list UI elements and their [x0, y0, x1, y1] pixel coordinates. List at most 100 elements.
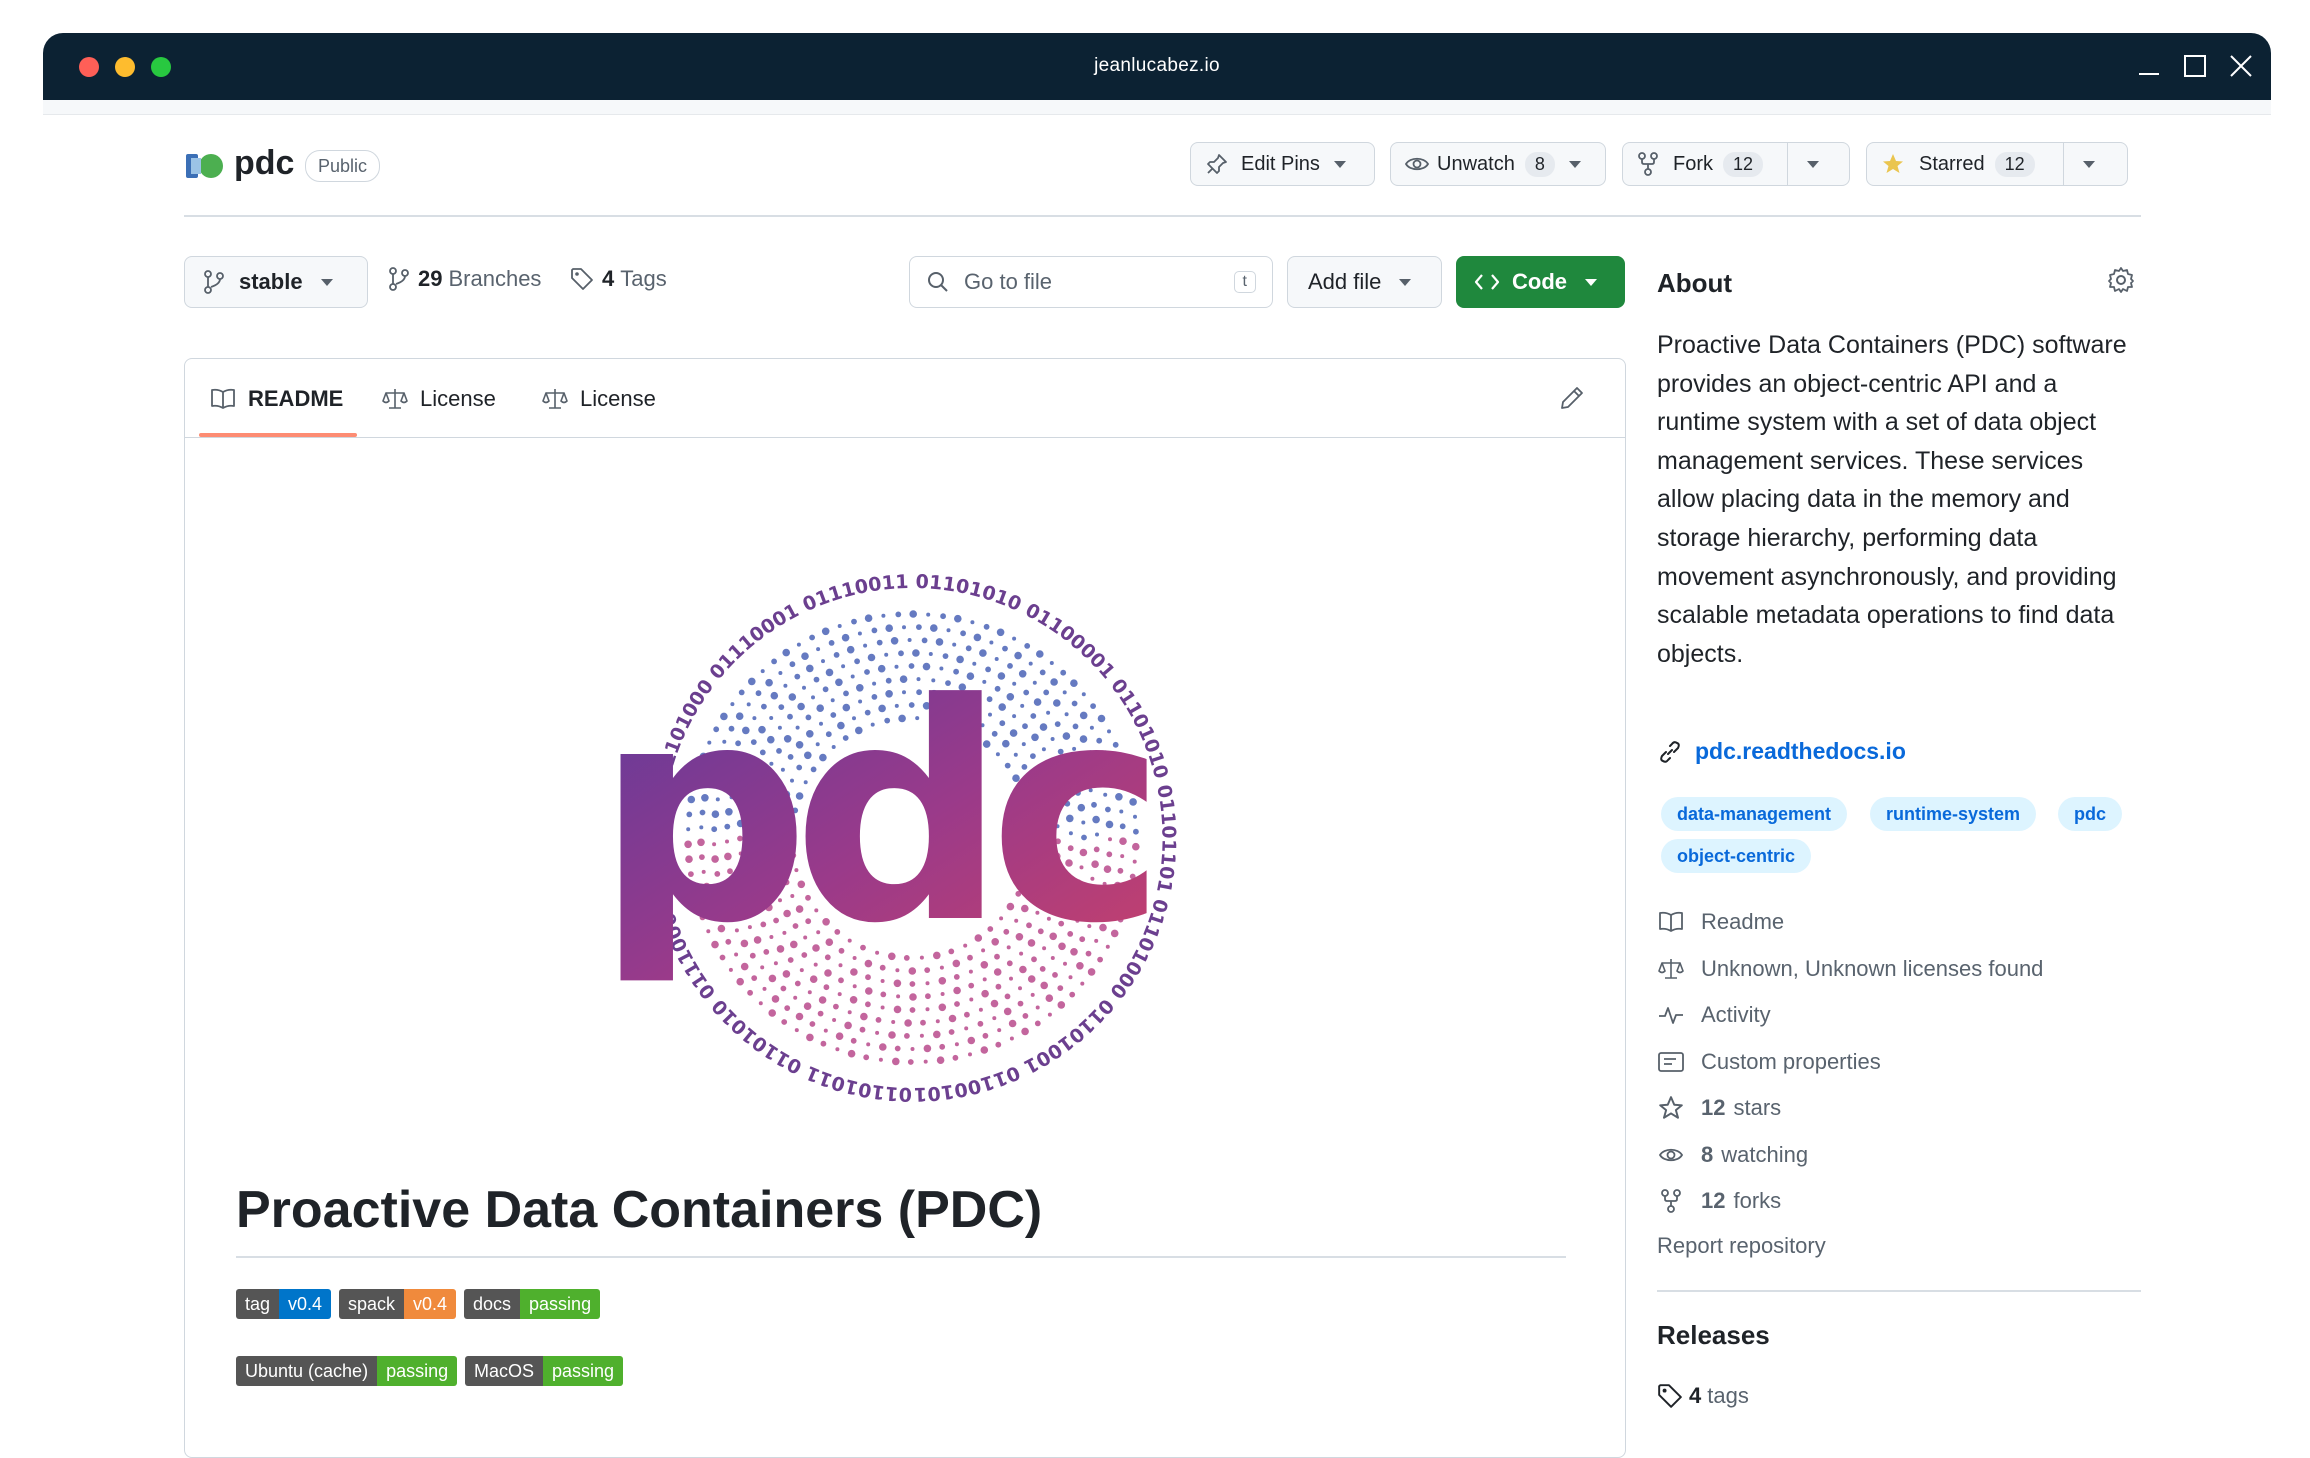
tag-icon [570, 267, 594, 291]
sidebar-item-activity[interactable]: Activity [1657, 1000, 1771, 1030]
status-badge[interactable]: Ubuntu (cache) passing [236, 1356, 458, 1386]
pencil-icon[interactable] [1558, 384, 1586, 417]
search-shortcut-key: t [1233, 271, 1256, 293]
badge-value: passing [520, 1289, 601, 1319]
branch-selector[interactable]: stable [184, 256, 368, 308]
fork-dropdown[interactable] [1788, 160, 1838, 168]
eye-icon [1405, 152, 1429, 176]
star-dropdown[interactable] [2064, 160, 2114, 168]
fork-icon [1657, 1187, 1685, 1215]
branch-icon [203, 270, 225, 294]
eye-icon [1657, 1141, 1685, 1169]
code-label: Code [1512, 269, 1567, 294]
badge-value: passing [377, 1356, 458, 1386]
chevron-down-icon [1399, 278, 1412, 286]
badge-value: passing [543, 1356, 624, 1386]
fork-icon [1637, 152, 1659, 176]
book-icon [1657, 908, 1685, 936]
visibility-badge: Public [305, 150, 381, 182]
star-filled-icon [1881, 152, 1905, 176]
heading-divider [236, 1256, 1566, 1258]
pin-icon [1205, 152, 1229, 176]
sidebar-item-label: Readme [1701, 909, 1785, 934]
maximize-icon[interactable] [2176, 47, 2214, 85]
tab-readme-label: README [248, 386, 344, 411]
topic-pdc[interactable]: pdc [2058, 797, 2123, 831]
minimize-icon[interactable] [2130, 47, 2168, 85]
watching-count: 8 [1701, 1142, 1714, 1167]
readme-heading: Proactive Data Containers (PDC) [236, 1181, 1043, 1239]
sidebar-item-stars[interactable]: 12 stars [1657, 1093, 1781, 1123]
close-icon[interactable] [2222, 47, 2260, 85]
repo-owner-avatar[interactable] [184, 148, 224, 184]
topic-data-management[interactable]: data-management [1661, 797, 1848, 831]
forks-count: 12 [1701, 1188, 1726, 1213]
fork-label: Fork [1673, 152, 1713, 175]
releases-tags-label: tags [1707, 1383, 1749, 1408]
branch-icon [388, 267, 410, 291]
badge-value: v0.4 [404, 1289, 457, 1319]
report-repository-link[interactable]: Report repository [1657, 1233, 1826, 1259]
go-to-file-input[interactable]: Go to file t [909, 256, 1273, 308]
gear-icon[interactable] [2107, 266, 2135, 299]
search-placeholder: Go to file [964, 269, 1053, 294]
topic-runtime-system[interactable]: runtime-system [1870, 797, 2037, 831]
status-badge[interactable]: tag v0.4 [236, 1289, 332, 1319]
badge-label: Ubuntu (cache) [236, 1356, 378, 1386]
add-file-button[interactable]: Add file [1287, 256, 1442, 308]
sidebar-item-forks[interactable]: 12 forks [1657, 1186, 1781, 1216]
header-divider [184, 215, 2141, 217]
badge-label: MacOS [465, 1356, 544, 1386]
sidebar-item-license[interactable]: Unknown, Unknown licenses found [1657, 954, 2043, 984]
svg-text:pdc: pdc [595, 640, 1148, 989]
releases-title[interactable]: Releases [1657, 1320, 1770, 1351]
sidebar-item-label: Unknown, Unknown licenses found [1701, 956, 2044, 981]
stars-label: stars [1733, 1095, 1782, 1120]
add-file-label: Add file [1308, 269, 1382, 294]
releases-tags-link[interactable]: 4 tags [1657, 1383, 1749, 1409]
sidebar-item-label: Custom properties [1701, 1049, 1881, 1074]
edit-pins-button[interactable]: Edit Pins [1190, 142, 1375, 186]
starred-label: Starred [1919, 152, 1985, 175]
topic-object-centric[interactable]: object-centric [1661, 839, 1812, 873]
branches-label: Branches [448, 266, 542, 291]
repo-name[interactable]: pdc [234, 144, 294, 183]
watch-counter: 8 [1524, 151, 1555, 177]
unwatch-button[interactable]: Unwatch 8 [1390, 142, 1606, 186]
badge-label: tag [236, 1289, 280, 1319]
chevron-down-icon [2082, 160, 2095, 168]
forks-label: forks [1733, 1188, 1782, 1213]
status-badge[interactable]: MacOS passing [465, 1356, 624, 1386]
tab-license-2[interactable]: License [542, 386, 656, 412]
edit-pins-label: Edit Pins [1241, 152, 1320, 175]
window-chrome-border [43, 100, 2271, 115]
tags-link[interactable]: 4 Tags [570, 266, 667, 292]
starred-button[interactable]: Starred 12 [1867, 151, 2049, 177]
branches-link[interactable]: 29 Branches [388, 266, 541, 292]
star-button-group: Starred 12 [1866, 142, 2128, 186]
sidebar-item-readme[interactable]: Readme [1657, 907, 1784, 937]
code-button[interactable]: Code [1456, 256, 1625, 308]
window-titlebar: jeanlucabez.io [43, 33, 2271, 100]
releases-tags-count: 4 [1689, 1383, 1702, 1408]
fork-button-group: Fork 12 [1622, 142, 1850, 186]
status-badge[interactable]: docs passing [464, 1289, 601, 1319]
fork-button[interactable]: Fork 12 [1623, 151, 1777, 177]
status-badge[interactable]: spack v0.4 [339, 1289, 457, 1319]
book-icon [210, 387, 236, 411]
sidebar-item-watching[interactable]: 8 watching [1657, 1140, 1808, 1170]
branch-name: stable [239, 269, 303, 294]
law-icon [382, 387, 408, 411]
chevron-down-icon [1807, 160, 1820, 168]
code-icon [1474, 271, 1500, 293]
active-tab-underline [199, 433, 357, 437]
sidebar-item-custom-properties[interactable]: Custom properties [1657, 1047, 1881, 1077]
chevron-down-icon [1568, 160, 1581, 168]
fork-counter: 12 [1723, 151, 1764, 177]
tab-license-1-label: License [420, 386, 496, 411]
homepage-link[interactable]: pdc.readthedocs.io [1657, 738, 1906, 765]
note-icon [1657, 1048, 1685, 1076]
tab-readme[interactable]: README [210, 386, 343, 412]
tab-license-1[interactable]: License [382, 386, 496, 412]
sidebar-divider [1657, 1290, 2141, 1292]
